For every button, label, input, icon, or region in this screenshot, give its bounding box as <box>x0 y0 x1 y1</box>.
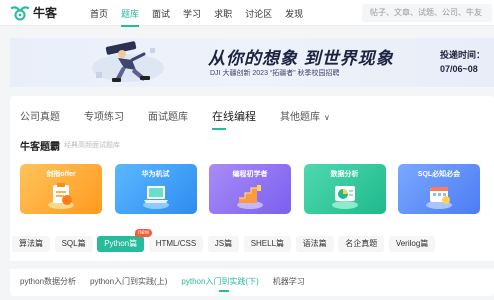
tab-interview-bank[interactable]: 面试题库 <box>148 108 188 124</box>
logo-text: 牛客 <box>33 6 58 20</box>
main-nav: 首页 题库 面试 学习 求职 讨论区 发现 <box>90 0 316 27</box>
calendar-icon <box>426 187 452 209</box>
top-navbar: 牛客 首页 题库 面试 学习 求职 讨论区 发现 帖子、文章、试题、公司、牛友 <box>0 0 494 27</box>
banner-subtitle: DJI 大疆创新 2023 “拓疆者” 秋季校园招聘 <box>210 70 340 77</box>
niuke-logo-icon <box>10 5 30 20</box>
lang-js[interactable]: JS篇 <box>207 236 240 252</box>
subtab-machine-learning[interactable]: 机器学习 <box>273 276 305 287</box>
lang-html-css[interactable]: HTML/CSS <box>148 236 204 252</box>
tab-topic-practice[interactable]: 专项练习 <box>84 108 124 124</box>
laptop-icon <box>142 186 169 209</box>
lang-shell[interactable]: SHELL篇 <box>243 236 292 252</box>
subtab-data-analysis[interactable]: python数据分析 <box>20 276 76 287</box>
logo[interactable]: 牛客 <box>10 4 57 21</box>
clipboard-icon <box>48 183 74 209</box>
featured-banks: 剑指offer 华为机试 编程初学者 数据分析 SQL必知必会 <box>20 164 493 214</box>
banner-title: 从你的想象 到世界现象 <box>208 49 394 68</box>
nav-home[interactable]: 首页 <box>90 7 108 20</box>
nav-interview[interactable]: 面试 <box>152 7 170 20</box>
tab-other-banks[interactable]: 其他题库 ∨ <box>280 108 330 124</box>
question-bank-panel: 公司真题 专项练习 面试题库 在线编程 其他题库 ∨ 牛客题霸 经典高频面试题库 … <box>10 96 494 296</box>
card-huawei-label: 华为机试 <box>141 171 170 178</box>
section-divider <box>10 261 494 269</box>
card-data-analysis-label: 数据分析 <box>330 171 359 178</box>
section-subtitle: 经典高频面试题库 <box>64 142 120 149</box>
card-offer[interactable]: 剑指offer <box>20 164 102 214</box>
tab-online-coding[interactable]: 在线编程 <box>212 108 256 130</box>
card-beginner-label: 编程初学者 <box>232 171 268 178</box>
jumping-person-illustration <box>92 41 164 82</box>
banner-deadline: 投递时间： 07/06~08 <box>440 48 494 76</box>
lang-sql[interactable]: SQL篇 <box>54 236 93 252</box>
nav-jobs[interactable]: 求职 <box>214 7 232 20</box>
nav-discover[interactable]: 发现 <box>285 7 303 20</box>
card-sql-label: SQL必知必会 <box>417 171 461 178</box>
subtab-intro-part2[interactable]: python入门到实践(下) <box>181 276 259 292</box>
lang-algorithm[interactable]: 算法篇 <box>12 236 50 252</box>
banner-deadline-date: 07/06~08 <box>440 64 478 74</box>
card-offer-label: 剑指offer <box>46 171 76 178</box>
language-filter: 算法篇 SQL篇 Python篇 new HTML/CSS JS篇 SHELL篇 … <box>10 229 494 252</box>
nav-question-bank[interactable]: 题库 <box>121 7 140 27</box>
tab-company-questions[interactable]: 公司真题 <box>20 108 60 124</box>
tab-other-banks-label: 其他题库 <box>280 112 320 123</box>
search-input[interactable]: 帖子、文章、试题、公司、牛友 <box>362 4 492 22</box>
pie-chart-icon <box>331 186 358 209</box>
banner-deadline-label: 投递时间： <box>440 50 486 60</box>
promo-banner[interactable]: 从你的想象 到世界现象 DJI 大疆创新 2023 “拓疆者” 秋季校园招聘 投… <box>10 38 494 87</box>
card-data-analysis[interactable]: 数据分析 <box>303 164 386 214</box>
chevron-down-icon: ∨ <box>324 113 330 122</box>
lang-verilog[interactable]: Verilog篇 <box>388 236 436 252</box>
subtab-intro-part1[interactable]: python入门到实践(上) <box>90 276 167 287</box>
card-huawei[interactable]: 华为机试 <box>114 164 197 214</box>
category-tabs: 公司真题 专项练习 面试题库 在线编程 其他题库 ∨ <box>20 108 354 130</box>
lang-python[interactable]: Python篇 new <box>97 229 153 252</box>
section-title: 牛客题霸 <box>20 142 60 153</box>
nav-discussion[interactable]: 讨论区 <box>245 7 272 20</box>
lang-company-questions[interactable]: 名企真题 <box>338 236 385 252</box>
card-beginner[interactable]: 编程初学者 <box>209 164 291 214</box>
card-sql[interactable]: SQL必知必会 <box>398 164 480 214</box>
python-subtabs: python数据分析 python入门到实践(上) python入门到实践(下)… <box>20 276 319 292</box>
nav-learning[interactable]: 学习 <box>183 7 201 20</box>
lang-python-label: Python篇 <box>104 239 138 248</box>
lang-syntax[interactable]: 语法篇 <box>295 236 334 252</box>
stairs-icon <box>237 185 263 209</box>
